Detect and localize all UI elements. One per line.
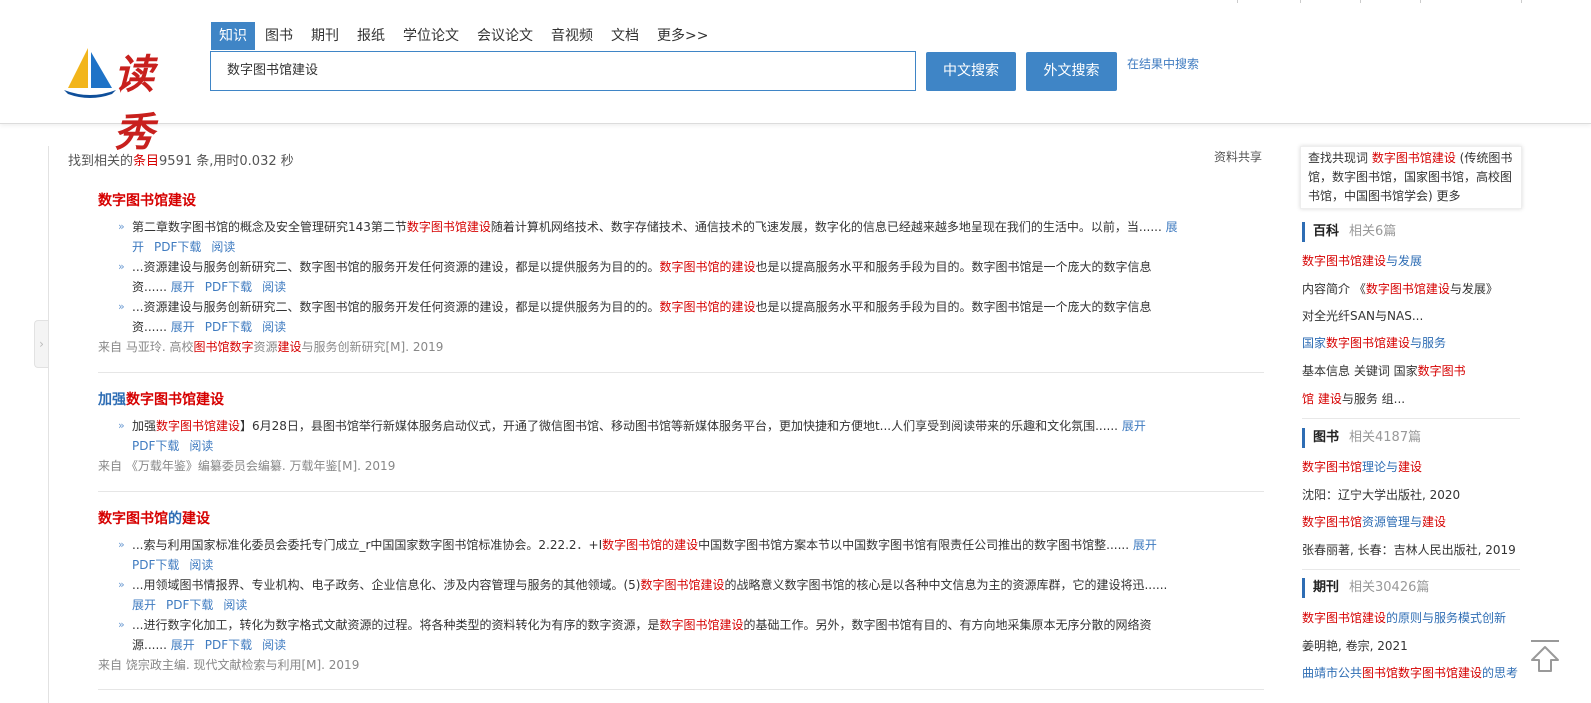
result-snippet: » 加强数字图书馆建设】6月28日，县图书馆举行新媒体服务启动仪式，开通了微信图书…	[98, 416, 1178, 456]
read-link[interactable]: 阅读	[211, 240, 235, 254]
baike-item-desc: 内容简介 《数字图书馆建设与发展》	[1302, 282, 1498, 296]
result-source: 来自 《万载年鉴》编纂委员会编纂. 万载年鉴[M]. 2019	[98, 459, 396, 473]
sailboat-icon	[64, 48, 116, 98]
tab-4[interactable]: 学位论文	[395, 22, 467, 50]
baike-item-link[interactable]: 国家数字图书馆建设与服务	[1302, 335, 1446, 351]
left-divider	[48, 146, 49, 703]
read-link[interactable]: 阅读	[189, 558, 213, 572]
pdf-download-link[interactable]: PDF下载	[132, 558, 179, 572]
pdf-download-link[interactable]: PDF下载	[205, 280, 252, 294]
search-result: 数字图书馆建设 » 第二章数字图书馆的概念及安全管理研究143第二节数字图书馆建设随…	[98, 191, 1264, 357]
back-to-top-icon[interactable]	[1528, 638, 1562, 674]
chinese-search-button[interactable]: 中文搜索	[926, 52, 1016, 91]
tab-1[interactable]: 图书	[257, 22, 301, 50]
section-header: 百科 相关6篇	[1302, 222, 1520, 242]
tab-7[interactable]: 文档	[603, 22, 647, 50]
books-section: 图书 相关4187篇 数字图书馆理论与建设 沈阳：辽宁大学出版社, 2020 数字…	[1302, 428, 1520, 570]
cooccurrence-box: 查找共现词 数字图书馆建设 (传统图书馆，数字图书馆，国家图书馆，高校图书馆，中…	[1300, 146, 1522, 209]
result-divider	[98, 491, 1264, 492]
duxiu-logo[interactable]: 读秀	[62, 40, 192, 156]
pdf-download-link[interactable]: PDF下载	[205, 320, 252, 334]
journal-meta: 姜明艳, 卷宗, 2021	[1302, 639, 1408, 653]
tab-6[interactable]: 音视频	[543, 22, 601, 50]
section-header: 图书 相关4187篇	[1302, 428, 1520, 448]
top-divider	[1300, 0, 1301, 3]
read-link[interactable]: 阅读	[262, 280, 286, 294]
top-divider	[1420, 0, 1421, 3]
journal-title-link[interactable]: 数字图书馆建设的原则与服务模式创新	[1302, 610, 1506, 626]
category-tabs: 知识 图书 期刊 报纸 学位论文 会议论文 音视频 文档 更多>>	[211, 22, 718, 50]
result-snippet: » 第二章数字图书馆的概念及安全管理研究143第二节数字图书馆建设随着计算机网络技…	[98, 217, 1178, 257]
pdf-download-link[interactable]: PDF下载	[205, 638, 252, 652]
result-title-link[interactable]: 加强数字图书馆建设	[98, 390, 1264, 410]
result-snippet: » ...资源建设与服务创新研究二、数字图书馆的服务开发任何资源的建设，都是以提供…	[98, 257, 1178, 297]
expand-link[interactable]: 展开	[171, 320, 195, 334]
top-divider	[1360, 0, 1361, 3]
double-chevron-icon: »	[118, 578, 125, 591]
tab-0[interactable]: 知识	[211, 22, 255, 50]
section-header: 期刊 相关30426篇	[1302, 578, 1520, 598]
expand-link[interactable]: 展开	[1133, 538, 1157, 552]
logo-text: 读秀	[114, 51, 156, 156]
double-chevron-icon: »	[118, 618, 125, 631]
expand-link[interactable]: 展开	[171, 280, 195, 294]
tab-3[interactable]: 报纸	[349, 22, 393, 50]
expand-link[interactable]: 展开	[171, 638, 195, 652]
baike-section: 百科 相关6篇 数字图书馆建设与发展 内容简介 《数字图书馆建设与发展》 对全光纤…	[1302, 222, 1520, 419]
baike-item-desc: 对全光纤SAN与NAS...	[1302, 309, 1424, 323]
book-meta: 张春丽著, 长春：吉林人民出版社, 2019	[1302, 543, 1516, 557]
read-link[interactable]: 阅读	[189, 439, 213, 453]
tab-2[interactable]: 期刊	[303, 22, 347, 50]
journal-title-link[interactable]: 曲靖市公共图书馆数字图书馆建设的思考	[1302, 665, 1518, 681]
double-chevron-icon: »	[118, 538, 125, 551]
header: 读秀 知识 图书 期刊 报纸 学位论文 会议论文 音视频 文档 更多>> 数字图书馆建设 中文搜…	[0, 0, 1591, 156]
result-title-link[interactable]: 数字图书馆的建设	[98, 509, 1264, 529]
chevron-right-icon[interactable]: ›	[34, 320, 48, 368]
resource-share-link[interactable]: 资料共享	[1214, 148, 1262, 165]
result-title-link[interactable]: 数字图书馆建设	[98, 191, 1264, 211]
top-divider	[1237, 0, 1238, 3]
result-divider	[98, 689, 1264, 690]
section-divider	[1302, 569, 1520, 570]
tab-5[interactable]: 会议论文	[469, 22, 541, 50]
search-input[interactable]: 数字图书馆建设	[210, 51, 916, 91]
result-source: 来自 马亚玲. 高校图书馆数字资源建设与服务创新研究[M]. 2019	[98, 340, 444, 354]
result-snippet: » ...资源建设与服务创新研究二、数字图书馆的服务开发任何资源的建设，都是以提供…	[98, 297, 1178, 337]
result-snippet: » ...索与利用国家标准化委员会委托专门成立_r中国国家数字图书馆标准协会。2.…	[98, 535, 1178, 575]
search-result: 数字图书馆的建设 » ...索与利用国家标准化委员会委托专门成立_r中国国家数字图书…	[98, 509, 1264, 675]
double-chevron-icon: »	[118, 260, 125, 273]
result-divider	[98, 372, 1264, 373]
double-chevron-icon: »	[118, 419, 125, 432]
book-title-link[interactable]: 数字图书馆理论与建设	[1302, 459, 1422, 475]
section-divider	[1302, 418, 1520, 419]
book-title-link[interactable]: 数字图书馆资源管理与建设	[1302, 514, 1446, 530]
result-snippet: » ...用领域图书情报界、专业机构、电子政务、企业信息化、涉及内容管理与服务的其…	[98, 575, 1178, 615]
baike-item-link[interactable]: 数字图书馆建设与发展	[1302, 253, 1422, 269]
read-link[interactable]: 阅读	[223, 598, 247, 612]
search-result: 加强数字图书馆建设 » 加强数字图书馆建设】6月28日，县图书馆举行新媒体服务启动仪…	[98, 390, 1264, 476]
read-link[interactable]: 阅读	[262, 320, 286, 334]
expand-link[interactable]: 展开	[1122, 419, 1146, 433]
pdf-download-link[interactable]: PDF下载	[166, 598, 213, 612]
journals-section: 期刊 相关30426篇 数字图书馆建设的原则与服务模式创新 姜明艳, 卷宗, 20…	[1302, 578, 1520, 680]
double-chevron-icon: »	[118, 300, 125, 313]
expand-link[interactable]: 展开	[132, 598, 156, 612]
top-divider	[1521, 0, 1522, 3]
result-snippet: » ...进行数字化加工，转化为数字格式文献资源的过程。将各种类型的资料转化为有序…	[98, 615, 1178, 655]
baike-item-desc: 基本信息 关键词 国家数字图书	[1302, 364, 1466, 378]
result-source: 来自 饶宗政主编. 现代文献检索与利用[M]. 2019	[98, 658, 360, 672]
foreign-search-button[interactable]: 外文搜索	[1026, 52, 1117, 91]
book-meta: 沈阳：辽宁大学出版社, 2020	[1302, 488, 1461, 502]
result-summary: 找到相关的条目9591 条,用时0.032 秒	[68, 154, 294, 169]
tab-8[interactable]: 更多>>	[649, 22, 716, 50]
pdf-download-link[interactable]: PDF下载	[132, 439, 179, 453]
baike-item-desc: 馆 建设与服务 组...	[1302, 392, 1406, 406]
search-in-results-link[interactable]: 在结果中搜索	[1127, 55, 1199, 72]
read-link[interactable]: 阅读	[262, 638, 286, 652]
double-chevron-icon: »	[118, 220, 125, 233]
pdf-download-link[interactable]: PDF下载	[154, 240, 201, 254]
